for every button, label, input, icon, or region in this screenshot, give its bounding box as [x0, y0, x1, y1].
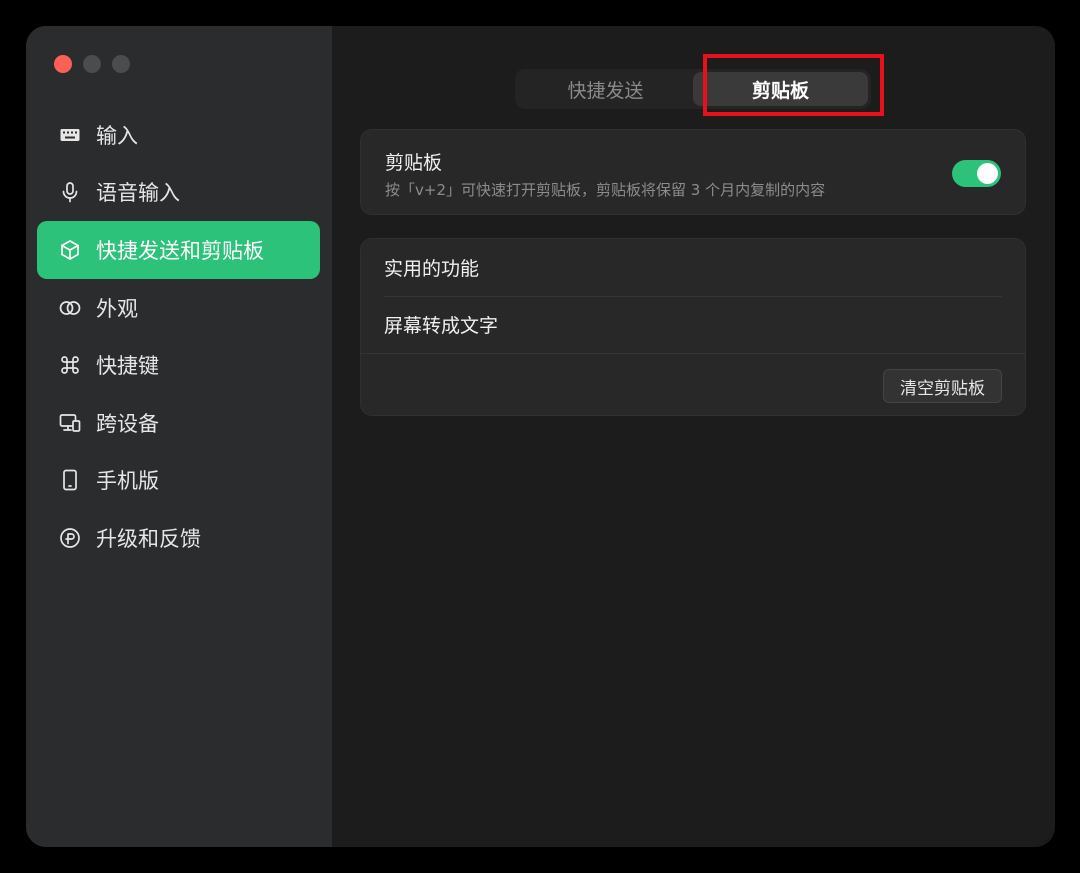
tab-clipboard[interactable]: 剪贴板 — [693, 72, 868, 106]
sidebar-item-mobile[interactable]: 手机版 — [37, 452, 320, 510]
settings-window: 输入 语音输入 快捷发送和剪贴板 外观 快捷键 跨设备 手机版 升级和反馈 快捷… — [26, 26, 1055, 847]
sidebar-item-label: 语音输入 — [96, 181, 180, 206]
sidebar-item-label: 输入 — [96, 123, 138, 148]
microphone-icon — [59, 181, 81, 203]
sidebar-item-shortcuts[interactable]: 快捷键 — [37, 336, 320, 394]
devices-icon — [59, 412, 81, 434]
clipboard-card: 剪贴板 按「v+2」可快速打开剪贴板，剪贴板将保留 3 个月内复制的内容 — [360, 129, 1026, 215]
sidebar-item-input[interactable]: 输入 — [37, 106, 320, 164]
minimize-window-button[interactable] — [83, 55, 101, 73]
sidebar-item-quick-send-clipboard[interactable]: 快捷发送和剪贴板 — [37, 221, 320, 279]
command-icon — [59, 354, 81, 376]
clear-clipboard-button[interactable]: 清空剪贴板 — [883, 369, 1002, 403]
sidebar-item-upgrade-feedback[interactable]: 升级和反馈 — [37, 509, 320, 567]
zoom-window-button[interactable] — [112, 55, 130, 73]
features-card: 实用的功能 屏幕转成文字 清空剪贴板 — [360, 238, 1026, 416]
clipboard-title: 剪贴板 — [385, 152, 443, 174]
divider — [361, 353, 1025, 354]
tab-quick-send[interactable]: 快捷发送 — [518, 72, 693, 106]
sidebar-item-label: 快捷发送和剪贴板 — [96, 238, 264, 263]
keyboard-icon — [59, 124, 81, 146]
clipboard-description: 按「v+2」可快速打开剪贴板，剪贴板将保留 3 个月内复制的内容 — [385, 181, 826, 199]
sidebar-item-label: 快捷键 — [96, 354, 159, 379]
toggle-knob — [977, 163, 998, 184]
sidebar-nav: 输入 语音输入 快捷发送和剪贴板 外观 快捷键 跨设备 手机版 升级和反馈 — [37, 106, 320, 567]
sidebar-item-label: 跨设备 — [96, 411, 159, 436]
main-panel: 快捷发送 剪贴板 剪贴板 按「v+2」可快速打开剪贴板，剪贴板将保留 3 个月内… — [332, 26, 1055, 847]
sidebar-item-label: 手机版 — [96, 469, 159, 494]
feedback-icon — [59, 527, 81, 549]
cube-icon — [59, 239, 81, 261]
close-window-button[interactable] — [54, 55, 72, 73]
phone-icon — [59, 469, 81, 491]
segmented-control: 快捷发送 剪贴板 — [515, 69, 871, 109]
sidebar-item-label: 升级和反馈 — [96, 526, 201, 551]
traffic-lights — [54, 55, 130, 73]
circles-icon — [59, 297, 81, 319]
useful-features-row[interactable]: 实用的功能 — [361, 239, 1025, 296]
clipboard-toggle[interactable] — [952, 160, 1001, 187]
sidebar-item-label: 外观 — [96, 296, 138, 321]
sidebar-item-voice-input[interactable]: 语音输入 — [37, 164, 320, 222]
sidebar-item-cross-device[interactable]: 跨设备 — [37, 394, 320, 452]
screen-to-text-row[interactable]: 屏幕转成文字 — [361, 296, 1025, 353]
sidebar: 输入 语音输入 快捷发送和剪贴板 外观 快捷键 跨设备 手机版 升级和反馈 — [26, 26, 332, 847]
sidebar-item-appearance[interactable]: 外观 — [37, 279, 320, 337]
